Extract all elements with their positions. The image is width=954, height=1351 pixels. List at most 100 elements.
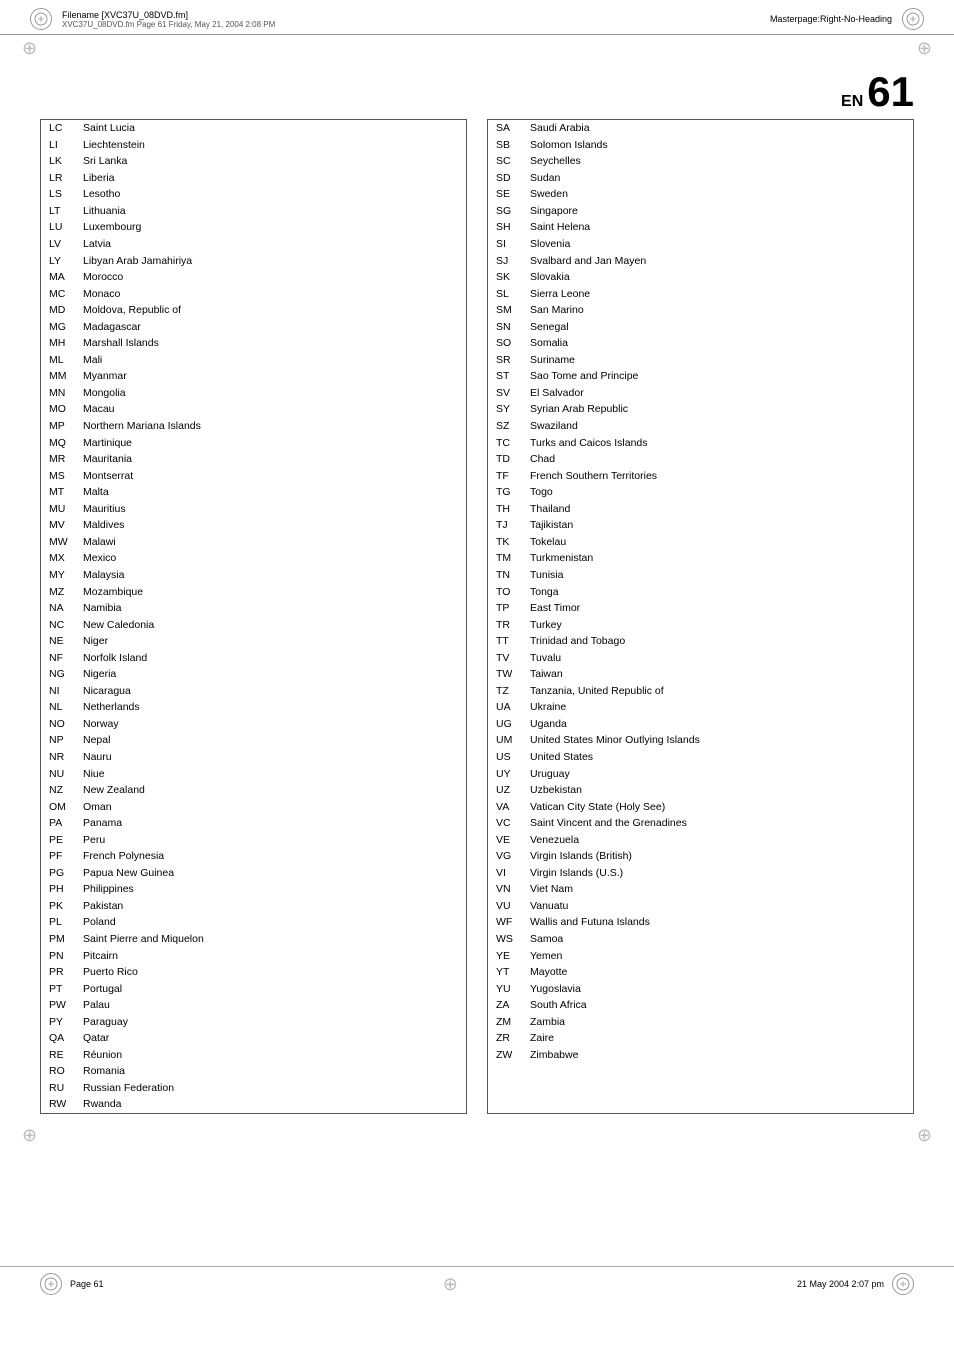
country-code: ST	[488, 368, 524, 385]
table-row: LRLiberia	[41, 170, 466, 187]
table-row: NLNetherlands	[41, 699, 466, 716]
table-row: LULuxembourg	[41, 219, 466, 236]
table-row: ZWZimbabwe	[488, 1047, 913, 1064]
country-code: UG	[488, 716, 524, 733]
country-code: MS	[41, 467, 77, 484]
main-content: LCSaint LuciaLILiechtensteinLKSri LankaL…	[0, 119, 954, 1114]
country-name: Macau	[77, 401, 466, 418]
country-name: Sudan	[524, 170, 913, 187]
country-name: Liberia	[77, 170, 466, 187]
country-code: ZA	[488, 997, 524, 1014]
country-code: WS	[488, 931, 524, 948]
country-name: Yugoslavia	[524, 980, 913, 997]
country-name: Tunisia	[524, 567, 913, 584]
country-code: TH	[488, 501, 524, 518]
table-row: LCSaint Lucia	[41, 120, 466, 137]
table-row: MLMali	[41, 352, 466, 369]
country-code: WF	[488, 914, 524, 931]
country-name: Russian Federation	[77, 1080, 466, 1097]
table-row: LSLesotho	[41, 186, 466, 203]
country-code: SM	[488, 302, 524, 319]
country-code: LS	[41, 186, 77, 203]
country-code: LC	[41, 120, 77, 137]
country-code: MG	[41, 319, 77, 336]
table-row: NONorway	[41, 716, 466, 733]
country-name: New Zealand	[77, 782, 466, 799]
country-name: Montserrat	[77, 467, 466, 484]
table-row: PFFrench Polynesia	[41, 848, 466, 865]
country-code: MX	[41, 550, 77, 567]
country-name: Saint Vincent and the Grenadines	[524, 815, 913, 832]
country-name: Saudi Arabia	[524, 120, 913, 137]
country-code: TK	[488, 534, 524, 551]
country-code: UZ	[488, 782, 524, 799]
table-row: MYMalaysia	[41, 567, 466, 584]
table-row: ZASouth Africa	[488, 997, 913, 1014]
country-name: Uganda	[524, 716, 913, 733]
country-code: RO	[41, 1063, 77, 1080]
country-code: LU	[41, 219, 77, 236]
country-name: Vatican City State (Holy See)	[524, 798, 913, 815]
country-name: Oman	[77, 798, 466, 815]
country-name: Viet Nam	[524, 881, 913, 898]
country-code: SC	[488, 153, 524, 170]
country-code: NO	[41, 716, 77, 733]
country-code: TM	[488, 550, 524, 567]
country-name: Pitcairn	[77, 947, 466, 964]
country-name: Tajikistan	[524, 517, 913, 534]
country-code: SJ	[488, 252, 524, 269]
country-name: Madagascar	[77, 319, 466, 336]
country-name: Sri Lanka	[77, 153, 466, 170]
top-left-circle	[30, 8, 52, 30]
table-row: TVTuvalu	[488, 650, 913, 667]
country-code: PK	[41, 898, 77, 915]
table-row: MDMoldova, Republic of	[41, 302, 466, 319]
table-row: VUVanuatu	[488, 898, 913, 915]
table-row: SGSingapore	[488, 203, 913, 220]
table-row: STSao Tome and Principe	[488, 368, 913, 385]
table-row: MSMontserrat	[41, 467, 466, 484]
country-name: Qatar	[77, 1030, 466, 1047]
country-code: UM	[488, 732, 524, 749]
table-row: SOSomalia	[488, 335, 913, 352]
country-code: LR	[41, 170, 77, 187]
country-code: ZW	[488, 1047, 524, 1064]
country-code: TF	[488, 467, 524, 484]
country-name: Syrian Arab Republic	[524, 401, 913, 418]
country-code: MR	[41, 451, 77, 468]
country-code: MO	[41, 401, 77, 418]
table-row: UZUzbekistan	[488, 782, 913, 799]
table-row: MCMonaco	[41, 285, 466, 302]
country-code: VA	[488, 798, 524, 815]
right-table: SASaudi ArabiaSBSolomon IslandsSCSeychel…	[487, 119, 914, 1114]
country-code: NE	[41, 633, 77, 650]
table-row: MVMaldives	[41, 517, 466, 534]
table-row: SKSlovakia	[488, 269, 913, 286]
country-code: MP	[41, 418, 77, 435]
table-row: NUNiue	[41, 765, 466, 782]
table-row: WSSamoa	[488, 931, 913, 948]
country-name: Nicaragua	[77, 683, 466, 700]
country-code: PN	[41, 947, 77, 964]
country-code: RW	[41, 1096, 77, 1113]
table-row: NRNauru	[41, 749, 466, 766]
country-code: SV	[488, 385, 524, 402]
country-code: SR	[488, 352, 524, 369]
top-right-circle	[902, 8, 924, 30]
table-row: YTMayotte	[488, 964, 913, 981]
country-name: Malawi	[77, 534, 466, 551]
country-code: TJ	[488, 517, 524, 534]
country-code: PY	[41, 1014, 77, 1031]
table-row: TKTokelau	[488, 534, 913, 551]
country-code: LI	[41, 137, 77, 154]
country-name: Nepal	[77, 732, 466, 749]
country-code: VG	[488, 848, 524, 865]
country-code: RU	[41, 1080, 77, 1097]
table-row: TDChad	[488, 451, 913, 468]
country-code: NI	[41, 683, 77, 700]
table-row: RORomania	[41, 1063, 466, 1080]
country-name: Virgin Islands (U.S.)	[524, 865, 913, 882]
country-name: Northern Mariana Islands	[77, 418, 466, 435]
country-code: SZ	[488, 418, 524, 435]
country-name: Sierra Leone	[524, 285, 913, 302]
